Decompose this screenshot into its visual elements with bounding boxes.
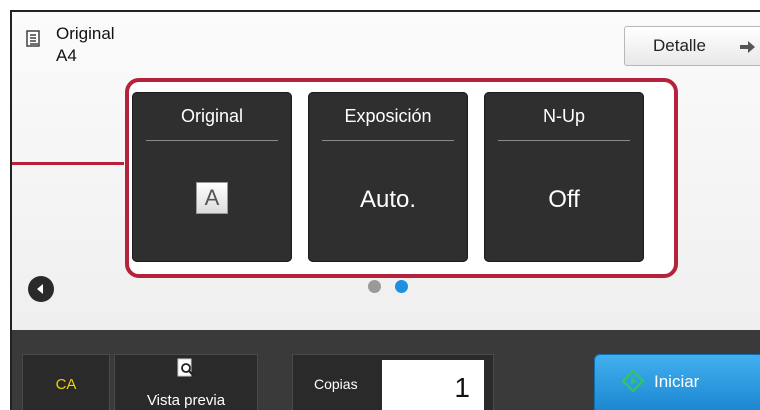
document-list-icon (26, 30, 42, 48)
start-button[interactable]: Iniciar (594, 354, 760, 410)
chevron-left-icon[interactable] (28, 276, 54, 302)
bottom-action-bar: CA Vista previa Copias 1 Iniciar (12, 330, 760, 410)
detail-button[interactable]: Detalle (624, 26, 760, 66)
magnifier-page-icon (176, 358, 196, 378)
start-diamond-icon (621, 369, 645, 393)
tile-label: Exposición (344, 106, 432, 126)
copies-input[interactable]: 1 (382, 360, 484, 410)
preview-label: Vista previa (146, 392, 226, 409)
tile-divider (498, 140, 630, 141)
tile-original[interactable]: Original A (132, 92, 292, 262)
preview-button[interactable]: Vista previa (114, 354, 258, 410)
original-orientation-icon: A (196, 182, 228, 214)
function-tiles: Original A Exposición Auto. N-Up Off (132, 92, 672, 264)
callout-pointer-line (12, 162, 124, 165)
original-size: A4 (56, 46, 77, 65)
tile-divider (146, 140, 278, 141)
copies-control: Copias 1 (292, 354, 494, 410)
original-title: Original (56, 24, 115, 43)
start-label: Iniciar (654, 372, 700, 391)
arrow-right-icon (740, 39, 756, 59)
copy-screen-panel: Original A4 Detalle Original A Exposició… (10, 10, 760, 410)
page-dot-1[interactable] (368, 280, 381, 293)
copies-label: Copias (314, 376, 358, 392)
tile-value: Off (548, 186, 580, 213)
tile-label: Original (180, 106, 244, 126)
tile-divider (322, 140, 454, 141)
tile-exposure[interactable]: Exposición Auto. (308, 92, 468, 262)
page-dot-2-active[interactable] (395, 280, 408, 293)
page-indicator (368, 280, 408, 293)
tile-value: Auto. (359, 186, 417, 213)
detail-button-label: Detalle (653, 36, 706, 55)
tile-label: N-Up (542, 106, 585, 126)
clear-all-label: CA (55, 375, 77, 393)
top-bar: Original A4 Detalle (12, 12, 760, 72)
tile-n-up[interactable]: N-Up Off (484, 92, 644, 262)
clear-all-button[interactable]: CA (22, 354, 110, 410)
